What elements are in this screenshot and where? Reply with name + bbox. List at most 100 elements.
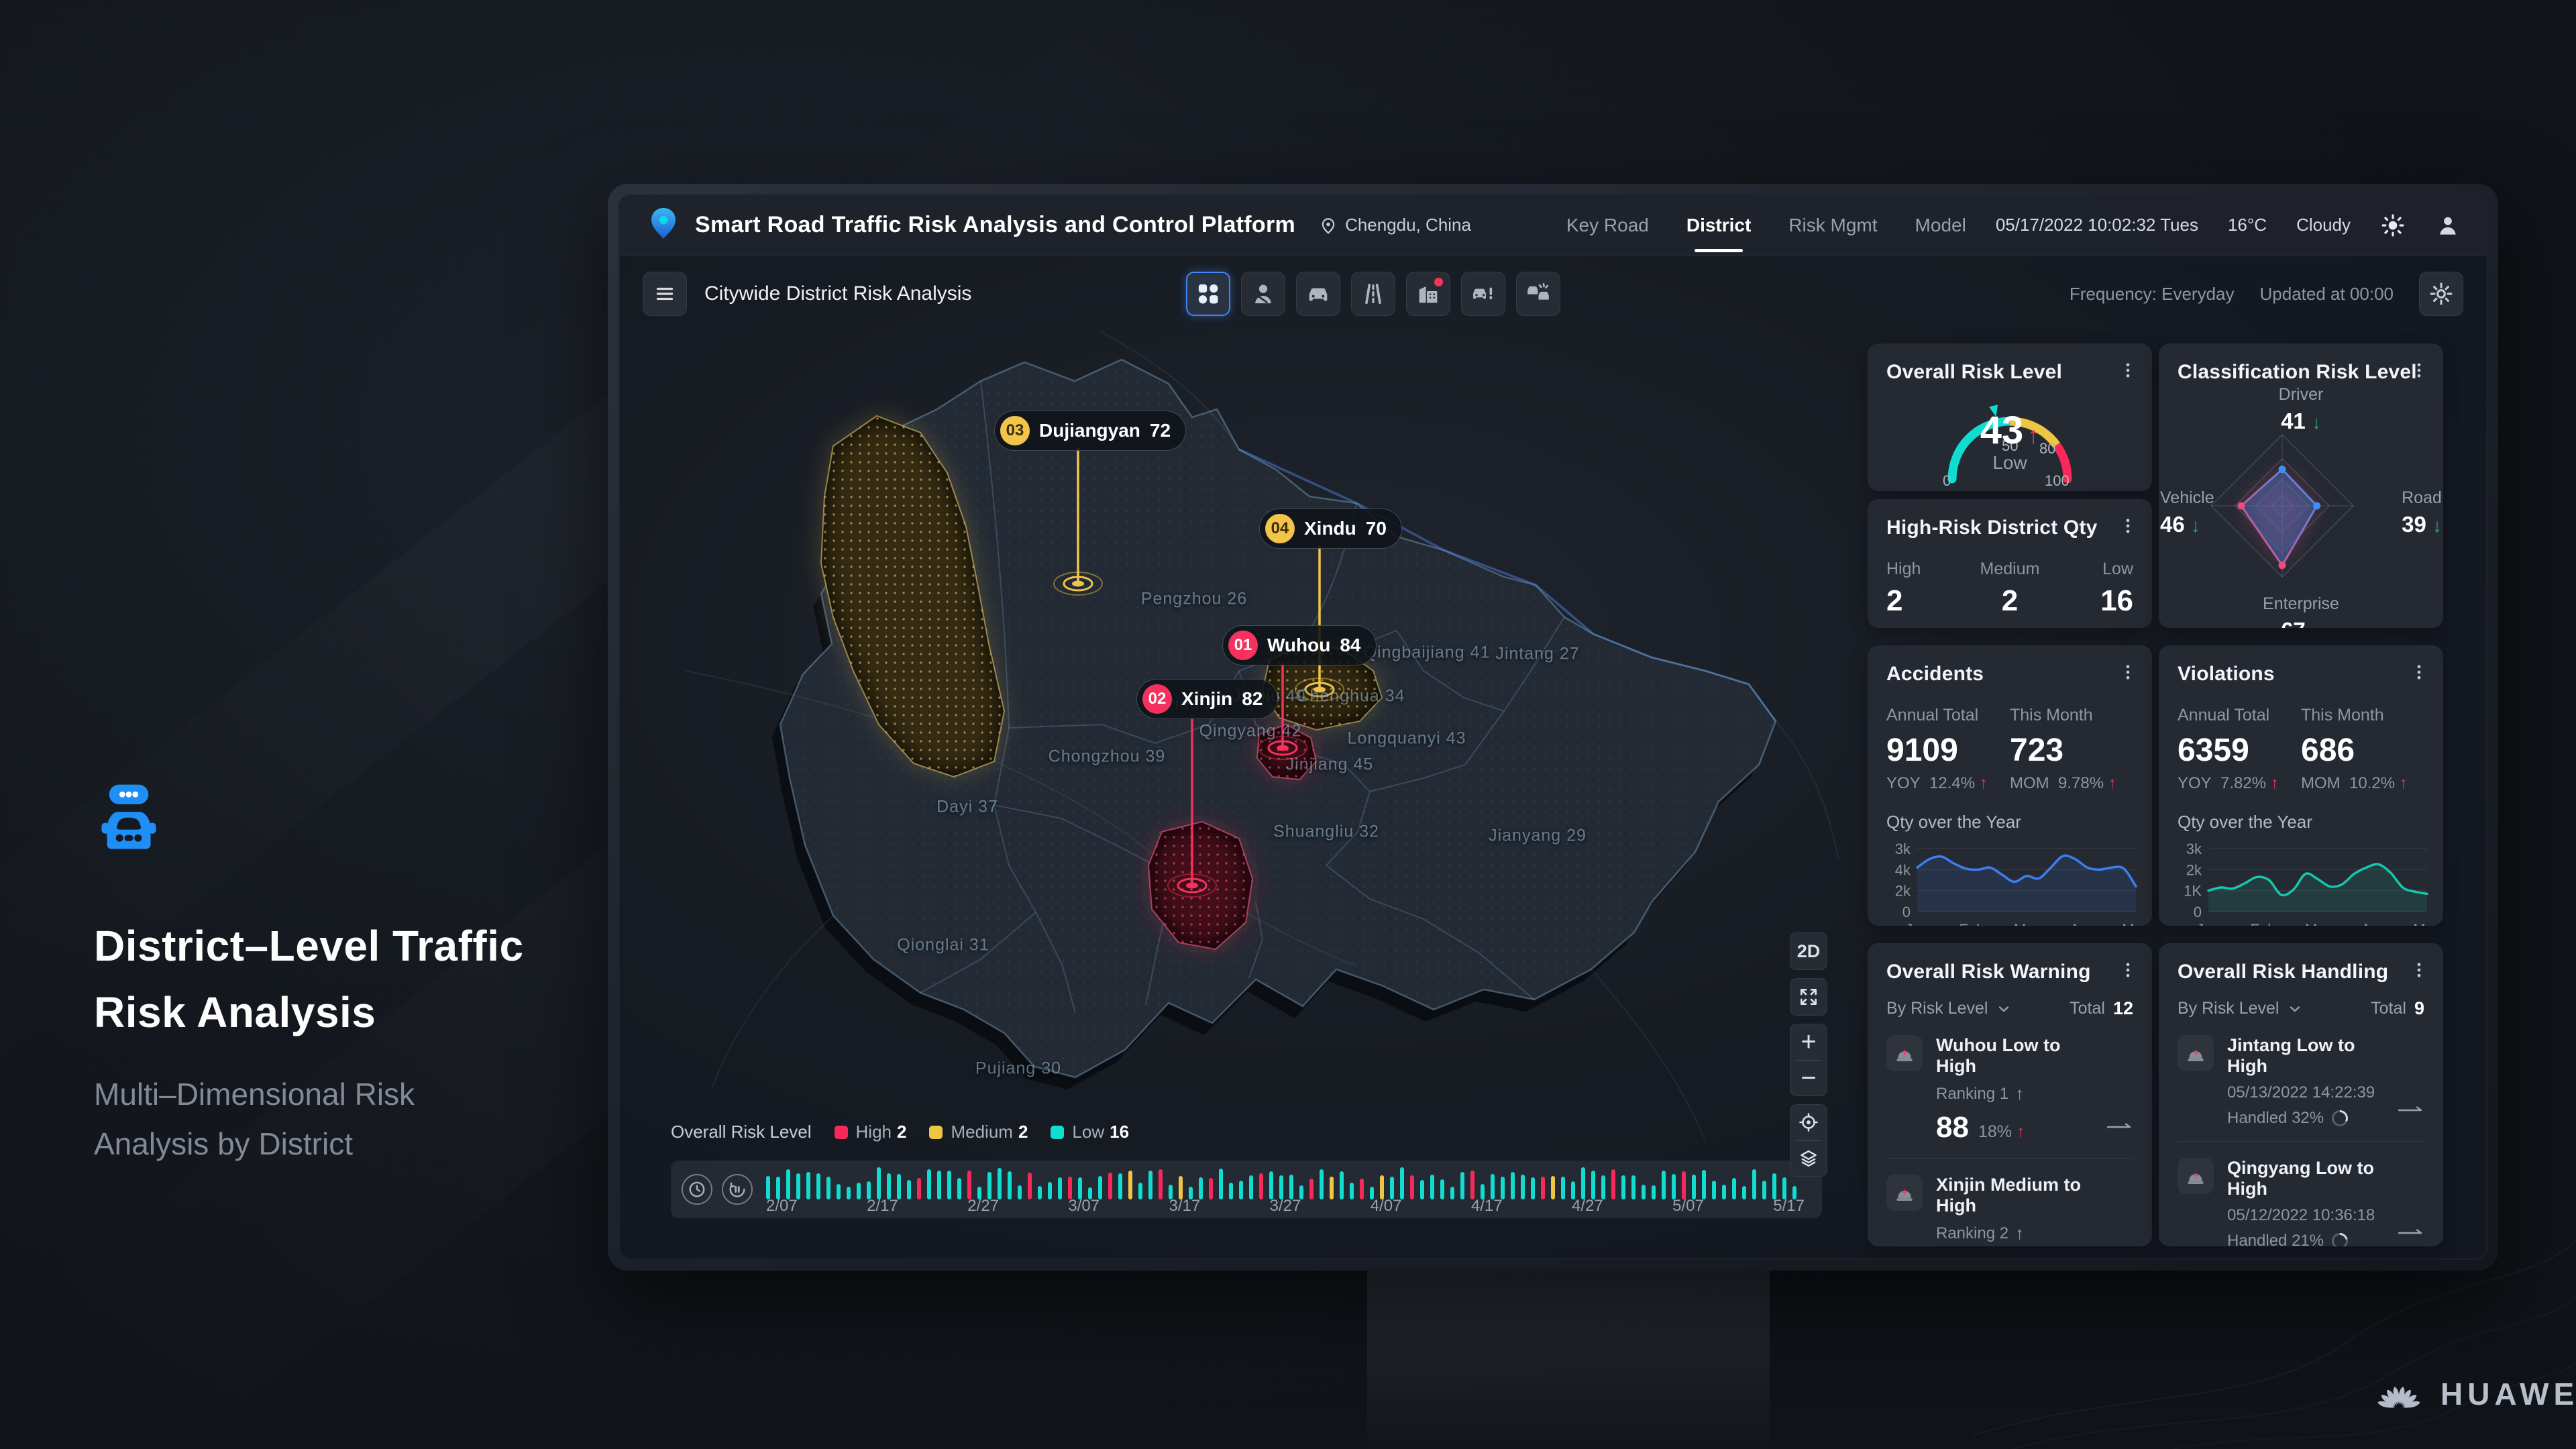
svg-text:May: May [2122, 921, 2144, 926]
overall-risk-handling-panel: Overall Risk Handling By Risk Level Tota… [2159, 943, 2443, 1246]
kebab-menu-icon[interactable] [2410, 961, 2428, 979]
menu-button[interactable] [643, 272, 687, 316]
kebab-icon[interactable] [2118, 663, 2137, 682]
kebab-icon[interactable] [2118, 361, 2137, 380]
timeline-date: 4/17 [1471, 1197, 1503, 1216]
timeline-bar [776, 1177, 780, 1199]
tool-vehicle-button[interactable] [1296, 272, 1340, 316]
timeline-bar[interactable]: 2/072/172/273/073/173/274/074/174/275/07… [671, 1161, 1822, 1218]
nav-tab-key-road[interactable]: Key Road [1566, 195, 1649, 256]
handling-item-jintang[interactable]: Jintang Low to High 05/13/2022 14:22:39 … [2178, 1019, 2424, 1142]
kebab-icon[interactable] [2410, 361, 2428, 380]
locate-button[interactable] [1790, 1105, 1827, 1140]
warning-list: Wuhou Low to High Ranking 1 ↑ 88 18% ↑ X… [1886, 1019, 2133, 1246]
tool-enterprise-button[interactable] [1406, 272, 1450, 316]
tool-vehicle-alert-button[interactable] [1461, 272, 1505, 316]
chevron-down-icon[interactable] [1996, 1001, 2012, 1017]
city-district-map[interactable]: Pengzhou 26Pidu 24Qingbaijiang 41Jintang… [632, 295, 1839, 1154]
zoom-out-button[interactable]: − [1790, 1061, 1827, 1095]
siren-badge [1886, 1035, 1923, 1071]
traffic-car-icon [94, 784, 524, 857]
pin-rank-badge: 01 [1228, 631, 1258, 660]
kebab-icon[interactable] [2410, 663, 2428, 682]
kebab-icon[interactable] [2118, 961, 2137, 979]
chevron-down-icon[interactable] [2287, 1001, 2303, 1017]
nav-tab-district[interactable]: District [1686, 195, 1751, 256]
history-clock-icon[interactable] [687, 1179, 707, 1199]
sun-icon[interactable] [2380, 213, 2406, 238]
svg-text:3k: 3k [2186, 843, 2202, 857]
classification-risk-level-panel: Classification Risk Level Driver41 ↓Road… [2159, 343, 2443, 628]
district-pin-dujiangyan[interactable]: 03 Dujiangyan 72 [994, 411, 1186, 451]
kebab-menu-icon[interactable] [2410, 663, 2428, 682]
kebab-menu-icon[interactable] [2118, 517, 2137, 535]
radar-axis-driver: Driver41 ↓ [2159, 385, 2443, 434]
filter-by-risk-level[interactable]: By Risk Level [2178, 999, 2279, 1018]
kebab-menu-icon[interactable] [2118, 361, 2137, 380]
accidents-line-chart: 3k4k2k0JanFebMarAprMay [1886, 833, 2133, 926]
map-2d-toggle[interactable]: 2D [1790, 932, 1827, 970]
annual-total-stat: Annual Total 6359 YOY 7.82% ↑ [2178, 706, 2301, 793]
timeline-bar [1410, 1175, 1414, 1199]
timeline-bar [1249, 1175, 1253, 1199]
kebab-icon[interactable] [2410, 961, 2428, 979]
district-pin-xinjin[interactable]: 02 Xinjin 82 [1136, 679, 1278, 719]
radar-axis-road: Road39 ↓ [2402, 488, 2442, 537]
layers-button[interactable] [1790, 1141, 1827, 1176]
tool-road-button[interactable] [1351, 272, 1395, 316]
map-fullscreen-button[interactable] [1790, 978, 1827, 1016]
timeline-bar [1501, 1177, 1505, 1199]
svg-text:Feb: Feb [2251, 921, 2276, 926]
zoom-in-button[interactable]: + [1790, 1024, 1827, 1059]
warning-item-wuhou[interactable]: Wuhou Low to High Ranking 1 ↑ 88 18% ↑ [1886, 1019, 2133, 1159]
svg-text:Mar: Mar [2305, 921, 2330, 926]
tool-collision-button[interactable] [1516, 272, 1560, 316]
go-arrow-icon[interactable] [2396, 1102, 2424, 1118]
pause-loop-button[interactable] [722, 1174, 753, 1205]
tool-driver-button[interactable] [1241, 272, 1285, 316]
kebab-icon[interactable] [2118, 517, 2137, 535]
handling-name: Jintang Low to High [2227, 1035, 2396, 1077]
handling-list: Jintang Low to High 05/13/2022 14:22:39 … [2178, 1019, 2424, 1246]
fullscreen-button[interactable] [1790, 979, 1827, 1014]
district-label-pujiang: Pujiang 30 [975, 1059, 1061, 1079]
trend-up-icon: ↑ [2400, 774, 2408, 792]
dashboard-screen: Pengzhou 26Pidu 24Qingbaijiang 41Jintang… [619, 195, 2487, 1260]
go-arrow-icon[interactable] [2396, 1224, 2424, 1240]
timeline-bar [786, 1169, 790, 1199]
svg-text:2k: 2k [1895, 883, 1911, 900]
kebab-menu-icon[interactable] [2118, 663, 2137, 682]
history-clock-button[interactable] [682, 1174, 712, 1205]
timeline-bar [1551, 1176, 1555, 1199]
kebab-menu-icon[interactable] [2118, 961, 2137, 979]
gear-icon [2428, 281, 2454, 307]
location-pin-icon [1318, 215, 1338, 235]
warning-item-xinjin[interactable]: Xinjin Medium to High Ranking 2 ↑ 84 12%… [1886, 1159, 2133, 1246]
pause-loop-icon[interactable] [727, 1179, 747, 1199]
timeline-bar [1772, 1173, 1776, 1199]
handling-progress: Handled 21% [2227, 1232, 2396, 1246]
tool-grid-button[interactable] [1186, 272, 1230, 316]
timeline-bar [1561, 1177, 1565, 1199]
chevron-down-icon[interactable] [1996, 1001, 2012, 1017]
district-pin-xindu[interactable]: 04 Xindu 70 [1259, 508, 1402, 549]
legend-swatch [835, 1126, 848, 1139]
go-arrow-icon[interactable] [2105, 1118, 2133, 1134]
timeline-bar [796, 1173, 800, 1199]
driver-icon [1250, 280, 1277, 307]
filter-by-risk-level[interactable]: By Risk Level [1886, 999, 1988, 1018]
nav-tab-model[interactable]: Model [1915, 195, 1966, 256]
kebab-menu-icon[interactable] [2410, 361, 2428, 380]
district-label-shuangliu: Shuangliu 32 [1273, 822, 1379, 842]
chevron-down-icon[interactable] [2287, 1001, 2303, 1017]
district-pin-wuhou[interactable]: 01 Wuhou 84 [1222, 625, 1377, 665]
settings-button[interactable] [2419, 272, 2463, 316]
pin-risk-value: 82 [1242, 688, 1263, 710]
handling-item-qingyang[interactable]: Qingyang Low to High 05/12/2022 10:36:18… [2178, 1142, 2424, 1246]
district-label-jintang: Jintang 27 [1495, 645, 1579, 664]
nav-tab-risk-mgmt[interactable]: Risk Mgmt [1788, 195, 1877, 256]
platform-logo-icon [645, 205, 682, 245]
svg-text:100: 100 [2045, 472, 2070, 489]
user-icon[interactable] [2435, 213, 2461, 238]
timeline-bars[interactable] [766, 1167, 1805, 1199]
